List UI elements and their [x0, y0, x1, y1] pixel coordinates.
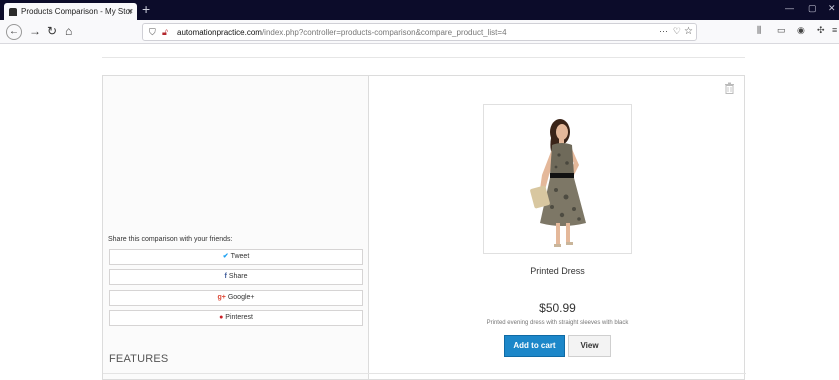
- sidebar-icon[interactable]: ▭: [777, 25, 786, 36]
- product-image[interactable]: [483, 104, 632, 254]
- site-favicon-icon: [9, 8, 17, 16]
- googleplus-label: Google+: [227, 294, 255, 301]
- bookmark-star-icon[interactable]: ☆: [684, 26, 693, 37]
- comparison-table: Share this comparison with your friends:…: [102, 75, 746, 380]
- features-heading: FEATURES: [109, 353, 169, 365]
- pinterest-label: Pinterest: [225, 314, 253, 321]
- forward-arrow-icon[interactable]: →: [29, 23, 41, 39]
- window-close-button[interactable]: ✕: [828, 3, 836, 14]
- browser-nav-bar: ← → ↻ ⌂ ⛉ 🔓︎ automationpractice.com/inde…: [0, 20, 839, 44]
- page-actions-icon[interactable]: ···: [659, 26, 668, 36]
- new-tab-button[interactable]: +: [142, 2, 150, 17]
- insecure-lock-icon[interactable]: 🔓︎: [162, 27, 168, 38]
- library-icon[interactable]: ⫼: [757, 25, 761, 36]
- url-path: /index.php?controller=products-compariso…: [261, 28, 507, 37]
- extensions-icon[interactable]: ✣: [817, 25, 825, 36]
- product-price: $50.99: [539, 301, 576, 315]
- browser-tab-bar: Products Comparison - My Stor × + — ▢ ✕: [0, 0, 839, 20]
- window-minimize-button[interactable]: —: [785, 3, 794, 13]
- add-to-cart-button[interactable]: Add to cart: [504, 335, 565, 357]
- header-divider: [102, 57, 745, 58]
- view-button[interactable]: View: [568, 335, 611, 357]
- twitter-icon: ✔: [222, 253, 229, 260]
- reload-icon[interactable]: ↻: [47, 23, 57, 39]
- url-bar[interactable]: ⛉ 🔓︎ automationpractice.com/index.php?co…: [142, 23, 697, 41]
- features-divider: [103, 373, 746, 374]
- facebook-icon: f: [224, 273, 227, 280]
- googleplus-icon: g+: [217, 294, 226, 301]
- share-label: Share this comparison with your friends:: [108, 236, 233, 243]
- trash-icon[interactable]: [724, 82, 735, 94]
- facebook-share-button[interactable]: f Share: [109, 269, 363, 285]
- tracking-shield-icon[interactable]: ⛉: [149, 27, 156, 38]
- tab-title: Products Comparison - My Stor: [21, 7, 133, 16]
- comparison-sidebar: Share this comparison with your friends:…: [103, 76, 369, 379]
- pocket-icon[interactable]: ♡: [673, 26, 681, 37]
- url-host: automationpractice.com: [177, 28, 262, 37]
- tab-close-icon[interactable]: ×: [128, 6, 133, 16]
- back-arrow-icon[interactable]: ←: [6, 24, 22, 40]
- pinterest-icon: ●: [219, 314, 224, 321]
- dress-model-image: [530, 119, 586, 247]
- home-icon[interactable]: ⌂: [65, 23, 72, 39]
- product-name[interactable]: Printed Dress: [369, 266, 746, 276]
- product-description: Printed evening dress with straight slee…: [486, 320, 629, 326]
- tweet-label: Tweet: [230, 253, 250, 260]
- share-label-text: Share: [228, 273, 248, 280]
- tweet-button[interactable]: ✔ Tweet: [109, 249, 363, 265]
- googleplus-button[interactable]: g+ Google+: [109, 290, 363, 306]
- pinterest-button[interactable]: ● Pinterest: [109, 310, 363, 326]
- menu-icon[interactable]: ≡: [832, 25, 837, 35]
- browser-tab[interactable]: Products Comparison - My Stor ×: [4, 3, 137, 20]
- product-column: Printed Dress $50.99 Printed evening dre…: [369, 76, 744, 379]
- account-icon[interactable]: ◉: [797, 25, 805, 36]
- window-restore-button[interactable]: ▢: [808, 3, 817, 14]
